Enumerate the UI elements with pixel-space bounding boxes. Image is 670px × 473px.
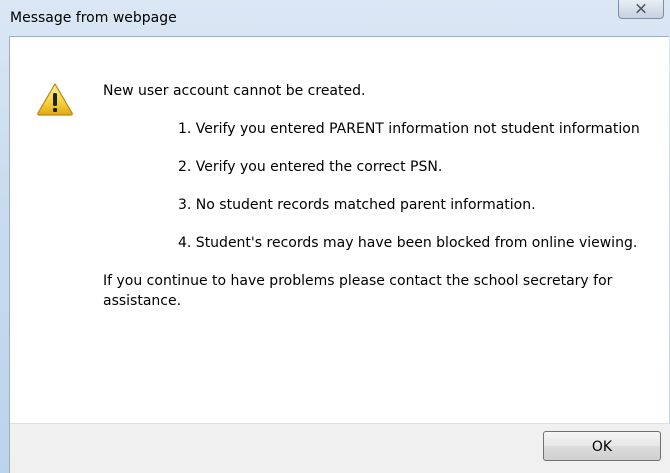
close-icon: [636, 3, 646, 14]
message-intro: New user account cannot be created.: [103, 83, 366, 99]
close-button[interactable]: [618, 0, 664, 19]
message-item-2: 2. Verify you entered the correct PSN.: [178, 159, 443, 175]
message-closing: If you continue to have problems please …: [103, 273, 613, 309]
message-text: New user account cannot be created. 1. V…: [103, 81, 643, 311]
dialog-title: Message from webpage: [10, 10, 177, 26]
message-item-3: 3. No student records matched parent inf…: [178, 197, 536, 213]
dialog-body: New user account cannot be created. 1. V…: [9, 36, 670, 473]
warning-icon: [37, 83, 73, 116]
message-dialog: Message from webpage New user account ca…: [0, 0, 670, 473]
message-item-4: 4. Student's records may have been block…: [178, 235, 638, 251]
ok-button[interactable]: OK: [543, 431, 661, 461]
dialog-footer: OK: [10, 423, 670, 473]
message-item-1: 1. Verify you entered PARENT information…: [178, 121, 640, 137]
title-bar: Message from webpage: [0, 0, 670, 36]
